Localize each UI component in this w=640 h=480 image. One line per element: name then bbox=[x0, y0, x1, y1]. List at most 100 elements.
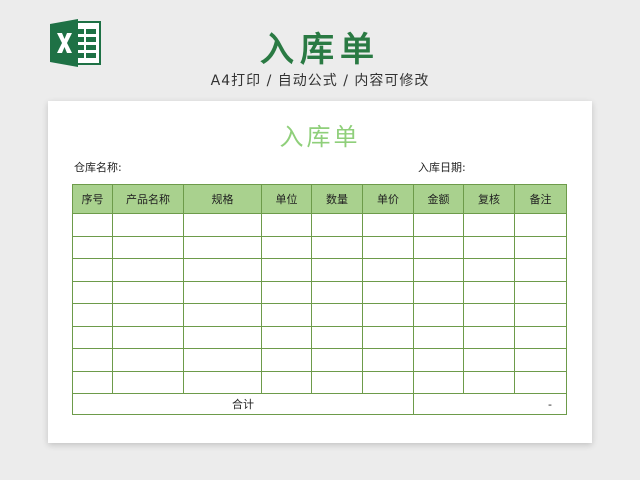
table-cell[interactable] bbox=[261, 213, 312, 237]
table-cell[interactable] bbox=[183, 370, 262, 394]
document-sheet: 入库单 仓库名称: 入库日期: 序号 产品名称 规格 单位 数量 单价 金额 复… bbox=[48, 101, 592, 443]
table-cell[interactable] bbox=[362, 235, 414, 259]
table-header-row: 序号 产品名称 规格 单位 数量 单价 金额 复核 备注 bbox=[72, 184, 567, 214]
table-cell[interactable] bbox=[72, 303, 113, 327]
table-cell[interactable] bbox=[183, 258, 262, 282]
table-cell[interactable] bbox=[362, 370, 414, 394]
table-cell[interactable] bbox=[514, 258, 567, 282]
table-cell[interactable] bbox=[413, 348, 464, 372]
table-cell[interactable] bbox=[183, 213, 262, 237]
table-cell[interactable] bbox=[463, 280, 515, 304]
table-cell[interactable] bbox=[514, 303, 567, 327]
table-cell[interactable] bbox=[72, 280, 113, 304]
table-cell[interactable] bbox=[514, 235, 567, 259]
table-cell[interactable] bbox=[112, 348, 184, 372]
table-cell[interactable] bbox=[514, 348, 567, 372]
table-cell[interactable] bbox=[463, 370, 515, 394]
page-title: 入库单 bbox=[260, 30, 380, 70]
table-cell[interactable] bbox=[362, 325, 414, 349]
table-row bbox=[72, 280, 567, 304]
table-cell[interactable] bbox=[261, 303, 312, 327]
table-cell[interactable] bbox=[362, 213, 414, 237]
table-cell[interactable] bbox=[261, 348, 312, 372]
table-row bbox=[72, 370, 567, 394]
table-cell[interactable] bbox=[261, 258, 312, 282]
table-row bbox=[72, 303, 567, 327]
table-cell[interactable] bbox=[72, 370, 113, 394]
table-cell[interactable] bbox=[183, 348, 262, 372]
table-cell[interactable] bbox=[413, 303, 464, 327]
table-cell[interactable] bbox=[362, 348, 414, 372]
table-cell[interactable] bbox=[311, 348, 363, 372]
inbound-table: 序号 产品名称 规格 单位 数量 单价 金额 复核 备注 合计 - bbox=[72, 184, 567, 415]
table-cell[interactable] bbox=[413, 280, 464, 304]
table-cell[interactable] bbox=[362, 280, 414, 304]
column-header: 产品名称 bbox=[112, 184, 184, 214]
table-cell[interactable] bbox=[183, 235, 262, 259]
table-cell[interactable] bbox=[261, 370, 312, 394]
table-cell[interactable] bbox=[311, 303, 363, 327]
table-row bbox=[72, 235, 567, 259]
warehouse-name-label: 仓库名称: bbox=[74, 161, 122, 174]
total-label: 合计 bbox=[72, 393, 414, 415]
table-cell[interactable] bbox=[413, 213, 464, 237]
table-cell[interactable] bbox=[112, 213, 184, 237]
table-cell[interactable] bbox=[72, 325, 113, 349]
table-cell[interactable] bbox=[112, 370, 184, 394]
table-cell[interactable] bbox=[311, 258, 363, 282]
table-cell[interactable] bbox=[514, 213, 567, 237]
table-cell[interactable] bbox=[463, 325, 515, 349]
table-cell[interactable] bbox=[112, 280, 184, 304]
total-value: - bbox=[413, 393, 567, 415]
total-row: 合计 - bbox=[72, 393, 567, 415]
table-cell[interactable] bbox=[413, 235, 464, 259]
table-cell[interactable] bbox=[72, 235, 113, 259]
table-cell[interactable] bbox=[463, 303, 515, 327]
table-cell[interactable] bbox=[72, 348, 113, 372]
table-body: 合计 - bbox=[72, 213, 567, 415]
table-cell[interactable] bbox=[514, 370, 567, 394]
page-subtitle: A4打印 / 自动公式 / 内容可修改 bbox=[210, 73, 430, 89]
table-cell[interactable] bbox=[311, 280, 363, 304]
form-title: 入库单 bbox=[279, 123, 361, 151]
column-header: 备注 bbox=[514, 184, 567, 214]
table-cell[interactable] bbox=[112, 258, 184, 282]
column-header: 复核 bbox=[463, 184, 515, 214]
table-cell[interactable] bbox=[311, 370, 363, 394]
table-cell[interactable] bbox=[261, 325, 312, 349]
table-cell[interactable] bbox=[311, 235, 363, 259]
table-cell[interactable] bbox=[514, 280, 567, 304]
table-cell[interactable] bbox=[261, 280, 312, 304]
column-header: 序号 bbox=[72, 184, 113, 214]
table-row bbox=[72, 258, 567, 282]
table-cell[interactable] bbox=[112, 303, 184, 327]
table-cell[interactable] bbox=[362, 303, 414, 327]
table-cell[interactable] bbox=[514, 325, 567, 349]
table-cell[interactable] bbox=[463, 258, 515, 282]
table-cell[interactable] bbox=[413, 258, 464, 282]
table-cell[interactable] bbox=[112, 235, 184, 259]
table-cell[interactable] bbox=[463, 213, 515, 237]
inbound-date-label: 入库日期: bbox=[418, 161, 466, 174]
column-header: 单位 bbox=[261, 184, 312, 214]
table-cell[interactable] bbox=[183, 280, 262, 304]
table-cell[interactable] bbox=[261, 235, 312, 259]
table-cell[interactable] bbox=[112, 325, 184, 349]
table-cell[interactable] bbox=[311, 325, 363, 349]
table-cell[interactable] bbox=[413, 325, 464, 349]
table-cell[interactable] bbox=[311, 213, 363, 237]
column-header: 数量 bbox=[311, 184, 363, 214]
table-cell[interactable] bbox=[72, 258, 113, 282]
table-cell[interactable] bbox=[72, 213, 113, 237]
table-cell[interactable] bbox=[413, 370, 464, 394]
table-cell[interactable] bbox=[463, 235, 515, 259]
table-cell[interactable] bbox=[362, 258, 414, 282]
table-cell[interactable] bbox=[463, 348, 515, 372]
column-header: 金额 bbox=[413, 184, 464, 214]
column-header: 单价 bbox=[362, 184, 414, 214]
table-row bbox=[72, 348, 567, 372]
table-row bbox=[72, 213, 567, 237]
table-row bbox=[72, 325, 567, 349]
table-cell[interactable] bbox=[183, 303, 262, 327]
table-cell[interactable] bbox=[183, 325, 262, 349]
